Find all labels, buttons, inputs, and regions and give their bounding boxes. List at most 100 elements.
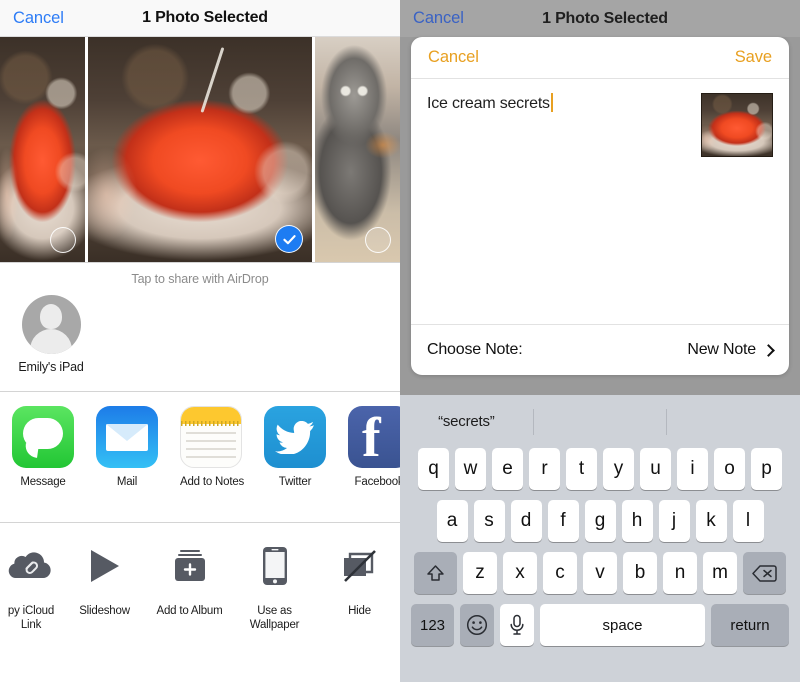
selection-checkmark-icon[interactable] — [275, 225, 303, 253]
key-t[interactable]: t — [566, 448, 597, 490]
key-n[interactable]: n — [663, 552, 697, 594]
key-q[interactable]: q — [418, 448, 449, 490]
key-k[interactable]: k — [695, 500, 727, 542]
photo-thumbnail-3[interactable] — [315, 37, 400, 262]
key-e[interactable]: e — [492, 448, 523, 490]
key-o[interactable]: o — [714, 448, 745, 490]
divider — [666, 408, 668, 435]
add-to-notes-panel: Cancel 1 Photo Selected Cancel Save Ice … — [400, 0, 800, 682]
selection-circle-3[interactable] — [365, 227, 391, 253]
key-h[interactable]: h — [621, 500, 653, 542]
share-sheet-navbar: Cancel 1 Photo Selected — [0, 0, 400, 37]
share-app-facebook[interactable]: f Facebook — [348, 406, 400, 522]
photo-image-1 — [0, 37, 85, 262]
action-label: Add to Album — [156, 605, 223, 617]
notes-icon — [180, 406, 242, 468]
note-attachment-thumbnail[interactable] — [701, 93, 773, 157]
sheet-toolbar: Cancel Save — [411, 37, 789, 79]
phone-icon — [243, 535, 306, 597]
backspace-icon[interactable] — [743, 552, 786, 594]
chevron-right-icon — [762, 343, 775, 357]
return-key[interactable]: return — [711, 604, 789, 646]
key-p[interactable]: p — [751, 448, 782, 490]
mail-icon — [96, 406, 158, 468]
add-to-notes-sheet: Cancel Save Ice cream secrets Choose Not… — [411, 37, 789, 375]
share-app-label: Twitter — [278, 476, 312, 488]
key-u[interactable]: u — [640, 448, 671, 490]
onscreen-keyboard: “secrets” q w e r t y u i o p a s d f g … — [400, 395, 800, 682]
key-c[interactable]: c — [543, 552, 577, 594]
share-actions-row: py iCloud Link Slideshow Add to Album Us… — [0, 523, 400, 645]
avatar — [21, 295, 81, 354]
microphone-icon[interactable] — [500, 604, 534, 646]
key-w[interactable]: w — [455, 448, 486, 490]
share-sheet-panel: Cancel 1 Photo Selected Tap to share wit… — [0, 0, 400, 682]
hide-icon — [328, 535, 391, 597]
share-app-message[interactable]: Message — [12, 406, 74, 522]
photo-thumbnail-2[interactable] — [88, 37, 312, 262]
key-s[interactable]: s — [473, 500, 505, 542]
key-b[interactable]: b — [623, 552, 657, 594]
action-add-to-album[interactable]: Add to Album — [147, 535, 232, 645]
key-j[interactable]: j — [658, 500, 690, 542]
cancel-button[interactable]: Cancel — [13, 9, 64, 28]
key-g[interactable]: g — [584, 500, 616, 542]
share-app-notes[interactable]: Add to Notes — [180, 406, 245, 522]
share-app-label: Add to Notes — [180, 476, 245, 488]
key-v[interactable]: v — [583, 552, 617, 594]
photo-thumbnail-1[interactable] — [0, 37, 85, 262]
action-use-as-wallpaper[interactable]: Use as Wallpaper — [232, 535, 317, 645]
share-app-label: Facebook — [354, 476, 400, 488]
key-l[interactable]: l — [732, 500, 764, 542]
predictive-text-bar: “secrets” — [400, 395, 800, 448]
divider — [532, 408, 534, 435]
note-text[interactable]: Ice cream secrets — [427, 95, 550, 113]
key-d[interactable]: d — [510, 500, 542, 542]
shift-icon[interactable] — [414, 552, 457, 594]
key-f[interactable]: f — [547, 500, 579, 542]
key-m[interactable]: m — [703, 552, 737, 594]
play-icon — [73, 535, 136, 597]
emoji-icon[interactable] — [460, 604, 494, 646]
sheet-cancel-button[interactable]: Cancel — [428, 48, 479, 67]
share-apps-row: Message Mail Add to Notes Twitter f Face… — [0, 392, 400, 522]
cancel-button[interactable]: Cancel — [413, 9, 464, 28]
keyboard-row-2: a s d f g h j k l — [400, 500, 800, 542]
key-r[interactable]: r — [529, 448, 560, 490]
airdrop-hint: Tap to share with AirDrop — [131, 272, 269, 286]
share-sheet-navbar-dimmed: Cancel 1 Photo Selected — [400, 0, 800, 37]
text-cursor — [550, 93, 553, 112]
share-app-mail[interactable]: Mail — [96, 406, 158, 522]
numbers-key[interactable]: 123 — [411, 604, 454, 646]
key-z[interactable]: z — [463, 552, 497, 594]
action-hide[interactable]: Hide — [317, 535, 400, 645]
key-y[interactable]: y — [603, 448, 634, 490]
share-app-label: Mail — [116, 476, 138, 488]
action-slideshow[interactable]: Slideshow — [62, 535, 147, 645]
keyboard-row-3: z x c v b n m — [400, 552, 800, 594]
message-icon — [12, 406, 74, 468]
action-label: Use as Wallpaper — [249, 605, 300, 632]
share-app-twitter[interactable]: Twitter — [264, 406, 326, 522]
prediction-1[interactable]: “secrets” — [400, 413, 533, 430]
facebook-icon: f — [348, 406, 400, 468]
sheet-save-button[interactable]: Save — [735, 48, 772, 67]
space-key[interactable]: space — [540, 604, 705, 646]
action-label: py iCloud Link — [7, 605, 55, 632]
note-compose-area[interactable]: Ice cream secrets — [411, 79, 789, 324]
avatar-body — [30, 329, 72, 354]
action-copy-icloud-link[interactable]: py iCloud Link — [0, 535, 62, 645]
selection-circle-1[interactable] — [50, 227, 76, 253]
choose-note-value[interactable]: New Note — [687, 341, 775, 359]
key-x[interactable]: x — [503, 552, 537, 594]
choose-note-row[interactable]: Choose Note: New Note — [411, 324, 789, 375]
choose-note-label: Choose Note: — [427, 341, 523, 358]
choose-note-value-text: New Note — [687, 341, 756, 358]
key-i[interactable]: i — [677, 448, 708, 490]
keyboard-row-4: 123 space return — [400, 604, 800, 646]
avatar-head — [40, 304, 62, 329]
screenshot-root: Cancel 1 Photo Selected Tap to share wit… — [0, 0, 800, 682]
share-app-label: Message — [20, 476, 66, 488]
airdrop-device[interactable]: Emily's iPad — [11, 295, 91, 374]
key-a[interactable]: a — [436, 500, 468, 542]
